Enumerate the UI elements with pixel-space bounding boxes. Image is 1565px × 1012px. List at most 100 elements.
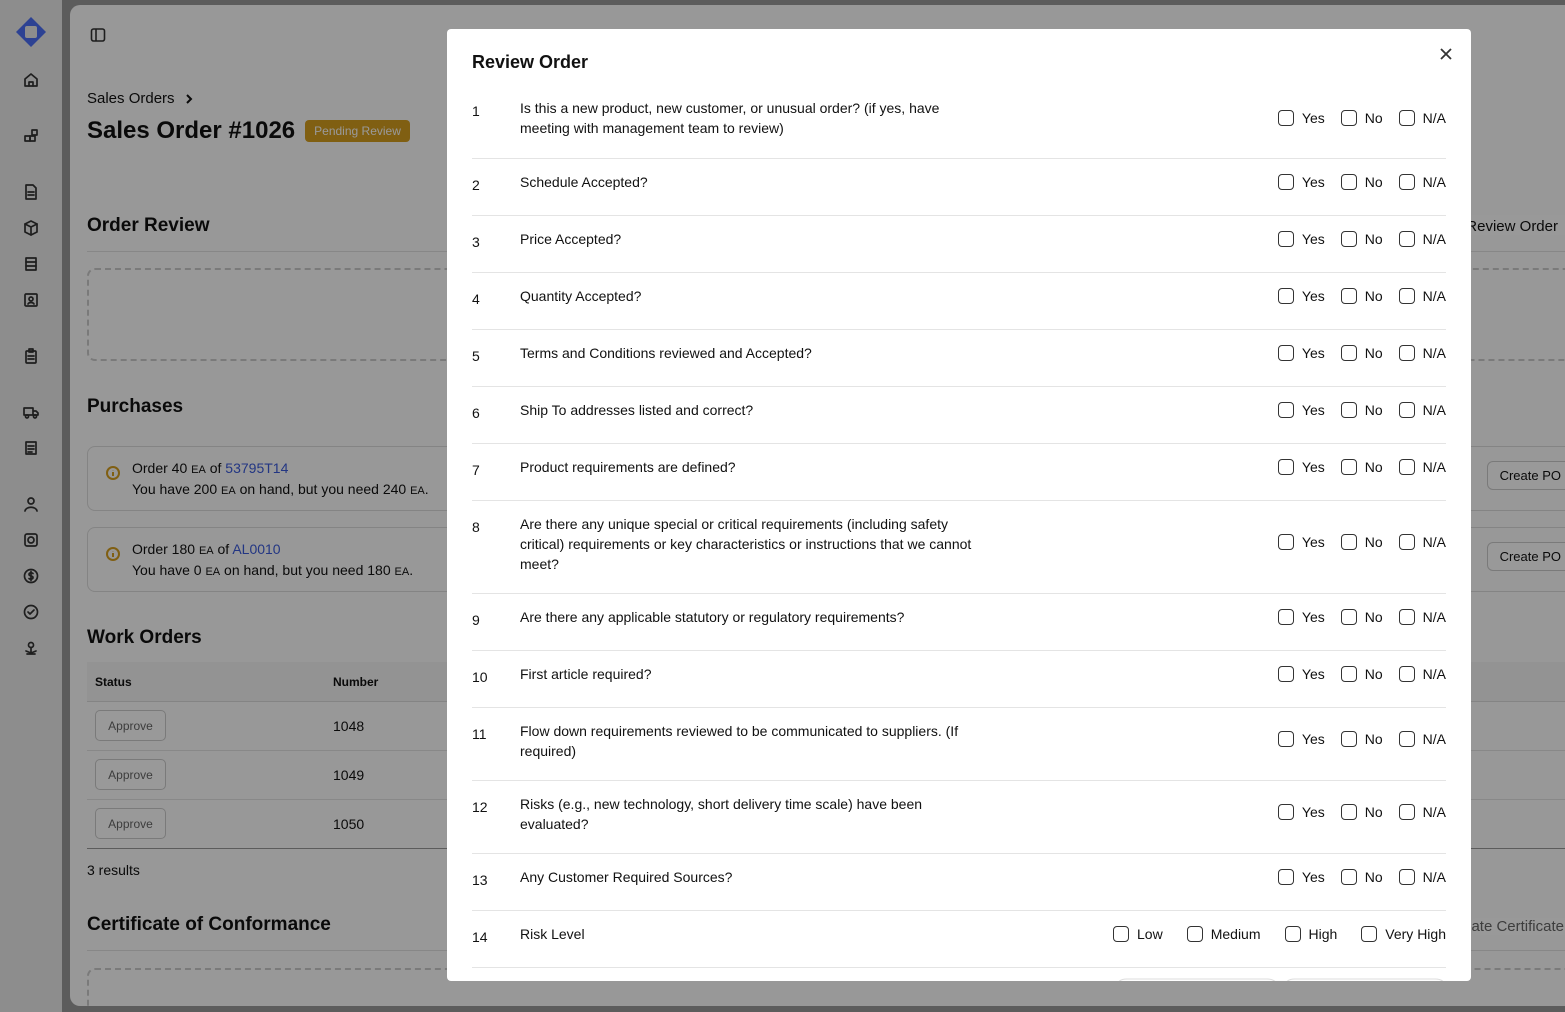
- question-number: 6: [472, 405, 480, 421]
- option-no[interactable]: No: [1340, 534, 1383, 550]
- checkbox[interactable]: [1398, 110, 1415, 126]
- option-no[interactable]: No: [1340, 609, 1383, 625]
- checkbox[interactable]: [1398, 174, 1415, 190]
- option-label: No: [1364, 869, 1383, 885]
- question-text: First article required?: [520, 666, 652, 682]
- option-n-a[interactable]: N/A: [1398, 174, 1446, 190]
- option-yes[interactable]: Yes: [1277, 609, 1325, 625]
- option-yes[interactable]: Yes: [1277, 345, 1325, 361]
- answer-options: Yes No N/A: [1277, 666, 1446, 682]
- checkbox[interactable]: [1277, 534, 1294, 550]
- checkbox[interactable]: [1340, 231, 1357, 247]
- option-yes[interactable]: Yes: [1277, 174, 1325, 190]
- checkbox[interactable]: [1186, 926, 1203, 942]
- option-no[interactable]: No: [1340, 731, 1383, 747]
- checkbox[interactable]: [1340, 534, 1357, 550]
- option-n-a[interactable]: N/A: [1398, 459, 1446, 475]
- option-yes[interactable]: Yes: [1277, 402, 1325, 418]
- checkbox[interactable]: [1340, 609, 1357, 625]
- checkbox[interactable]: [1277, 345, 1294, 361]
- option-no[interactable]: No: [1340, 666, 1383, 682]
- checkbox[interactable]: [1277, 174, 1294, 190]
- checkbox[interactable]: [1277, 459, 1294, 475]
- option-no[interactable]: No: [1340, 345, 1383, 361]
- option-no[interactable]: No: [1340, 110, 1383, 126]
- checkbox[interactable]: [1398, 231, 1415, 247]
- checkbox[interactable]: [1277, 609, 1294, 625]
- option-high[interactable]: High: [1284, 926, 1337, 942]
- option-yes[interactable]: Yes: [1277, 804, 1325, 820]
- checkbox[interactable]: [1340, 288, 1357, 304]
- checkbox[interactable]: [1340, 666, 1357, 682]
- checkbox[interactable]: [1398, 731, 1415, 747]
- checkbox[interactable]: [1284, 926, 1301, 942]
- checkbox[interactable]: [1398, 402, 1415, 418]
- review-question: 10 First article required? Yes No N/A: [472, 651, 1446, 708]
- checkbox[interactable]: [1361, 926, 1378, 942]
- option-no[interactable]: No: [1340, 174, 1383, 190]
- review-order-modal: Review Order 1 Is this a new product, new…: [447, 29, 1471, 981]
- checkbox[interactable]: [1277, 110, 1294, 126]
- option-n-a[interactable]: N/A: [1398, 869, 1446, 885]
- checkbox[interactable]: [1340, 345, 1357, 361]
- option-very-high[interactable]: Very High: [1361, 926, 1446, 942]
- option-no[interactable]: No: [1340, 288, 1383, 304]
- question-number: 7: [472, 462, 480, 478]
- checkbox[interactable]: [1398, 288, 1415, 304]
- option-no[interactable]: No: [1340, 804, 1383, 820]
- option-n-a[interactable]: N/A: [1398, 534, 1446, 550]
- checkbox[interactable]: [1340, 869, 1357, 885]
- checkbox[interactable]: [1398, 459, 1415, 475]
- checkbox[interactable]: [1340, 804, 1357, 820]
- option-no[interactable]: No: [1340, 459, 1383, 475]
- option-yes[interactable]: Yes: [1277, 869, 1325, 885]
- close-icon[interactable]: [1438, 46, 1454, 62]
- checkbox[interactable]: [1398, 666, 1415, 682]
- checkbox[interactable]: [1340, 731, 1357, 747]
- checkbox[interactable]: [1277, 402, 1294, 418]
- checkbox[interactable]: [1277, 288, 1294, 304]
- option-yes[interactable]: Yes: [1277, 288, 1325, 304]
- option-no[interactable]: No: [1340, 869, 1383, 885]
- checkbox[interactable]: [1277, 869, 1294, 885]
- option-low[interactable]: Low: [1113, 926, 1163, 942]
- checkbox[interactable]: [1277, 804, 1294, 820]
- checkbox[interactable]: [1398, 345, 1415, 361]
- option-label: N/A: [1422, 609, 1446, 625]
- checkbox[interactable]: [1398, 804, 1415, 820]
- checkbox[interactable]: [1398, 609, 1415, 625]
- checkbox[interactable]: [1277, 231, 1294, 247]
- option-n-a[interactable]: N/A: [1398, 231, 1446, 247]
- option-yes[interactable]: Yes: [1277, 459, 1325, 475]
- option-label: N/A: [1422, 534, 1446, 550]
- option-yes[interactable]: Yes: [1277, 231, 1325, 247]
- option-no[interactable]: No: [1340, 231, 1383, 247]
- option-n-a[interactable]: N/A: [1398, 110, 1446, 126]
- option-n-a[interactable]: N/A: [1398, 345, 1446, 361]
- option-n-a[interactable]: N/A: [1398, 402, 1446, 418]
- question-text: Are there any unique special or critical…: [520, 516, 972, 572]
- option-yes[interactable]: Yes: [1277, 666, 1325, 682]
- option-n-a[interactable]: N/A: [1398, 804, 1446, 820]
- option-medium[interactable]: Medium: [1186, 926, 1261, 942]
- option-n-a[interactable]: N/A: [1398, 666, 1446, 682]
- checkbox[interactable]: [1277, 666, 1294, 682]
- checkbox[interactable]: [1340, 459, 1357, 475]
- option-n-a[interactable]: N/A: [1398, 609, 1446, 625]
- checkbox[interactable]: [1398, 534, 1415, 550]
- option-yes[interactable]: Yes: [1277, 110, 1325, 126]
- option-n-a[interactable]: N/A: [1398, 731, 1446, 747]
- checkbox[interactable]: [1340, 402, 1357, 418]
- checkbox[interactable]: [1277, 731, 1294, 747]
- question-text: Risk Level: [520, 926, 585, 942]
- checkbox[interactable]: [1340, 110, 1357, 126]
- option-yes[interactable]: Yes: [1277, 731, 1325, 747]
- checkbox[interactable]: [1340, 174, 1357, 190]
- option-no[interactable]: No: [1340, 402, 1383, 418]
- question-number: 8: [472, 519, 480, 535]
- option-yes[interactable]: Yes: [1277, 534, 1325, 550]
- option-label: No: [1364, 804, 1383, 820]
- checkbox[interactable]: [1398, 869, 1415, 885]
- checkbox[interactable]: [1113, 926, 1130, 942]
- option-n-a[interactable]: N/A: [1398, 288, 1446, 304]
